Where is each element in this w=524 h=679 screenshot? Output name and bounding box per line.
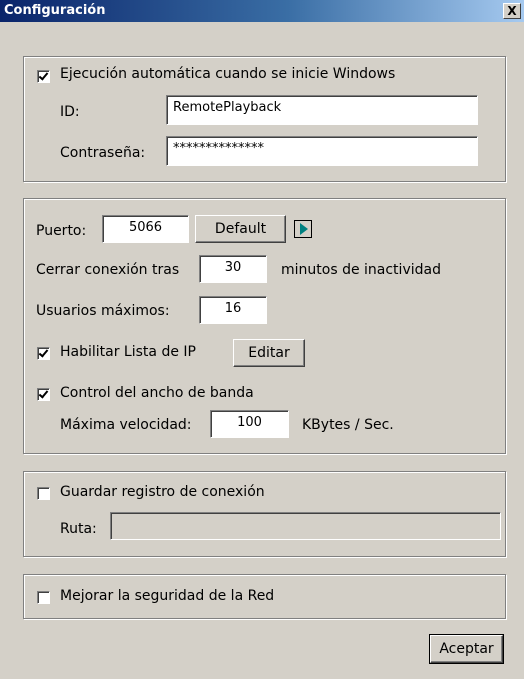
id-field[interactable]: RemotePlayback [166,95,478,125]
improve-security-label: Mejorar la seguridad de la Red [60,588,275,604]
bandwidth-label: Control del ancho de banda [60,385,254,401]
path-field[interactable] [110,512,501,540]
port-field[interactable]: 5066 [102,215,189,243]
save-log-checkbox[interactable] [37,487,50,500]
max-users-field[interactable]: 16 [199,296,267,324]
bandwidth-checkbox[interactable] [37,388,50,401]
autostart-label: Ejecución automática cuando se inicie Wi… [60,66,396,82]
security-group: Mejorar la seguridad de la Red [23,574,506,619]
max-users-label: Usuarios máximos: [36,303,170,319]
password-label: Contraseña: [60,145,146,161]
max-speed-label: Máxima velocidad: [60,417,192,433]
close-after-label: Cerrar conexión tras [36,262,180,278]
improve-security-checkbox[interactable] [37,591,50,604]
save-log-label: Guardar registro de conexión [60,484,265,500]
path-label: Ruta: [60,521,97,537]
port-label: Puerto: [36,223,87,239]
window-title: Configuración [4,3,106,18]
log-group: Guardar registro de conexión Ruta: [23,471,506,557]
default-button[interactable]: Default [195,215,286,243]
max-speed-field[interactable]: 100 [210,410,289,438]
close-button[interactable]: X [503,3,521,19]
connection-group: Puerto: 5066 Default Cerrar conexión tra… [23,198,506,454]
autostart-checkbox[interactable] [37,70,50,83]
close-after-suffix: minutos de inactividad [281,262,441,278]
edit-button[interactable]: Editar [233,339,305,367]
password-field[interactable]: ************** [166,136,478,166]
id-label: ID: [60,104,80,120]
accept-button[interactable]: Aceptar [429,634,504,664]
title-bar[interactable]: Configuración X [0,0,524,22]
ip-list-checkbox[interactable] [37,347,50,360]
max-speed-unit: KBytes / Sec. [302,417,394,433]
ip-list-label: Habilitar Lista de IP [60,344,196,360]
play-arrow-icon[interactable] [294,220,312,238]
startup-group: Ejecución automática cuando se inicie Wi… [23,56,506,182]
close-after-field[interactable]: 30 [199,255,267,283]
